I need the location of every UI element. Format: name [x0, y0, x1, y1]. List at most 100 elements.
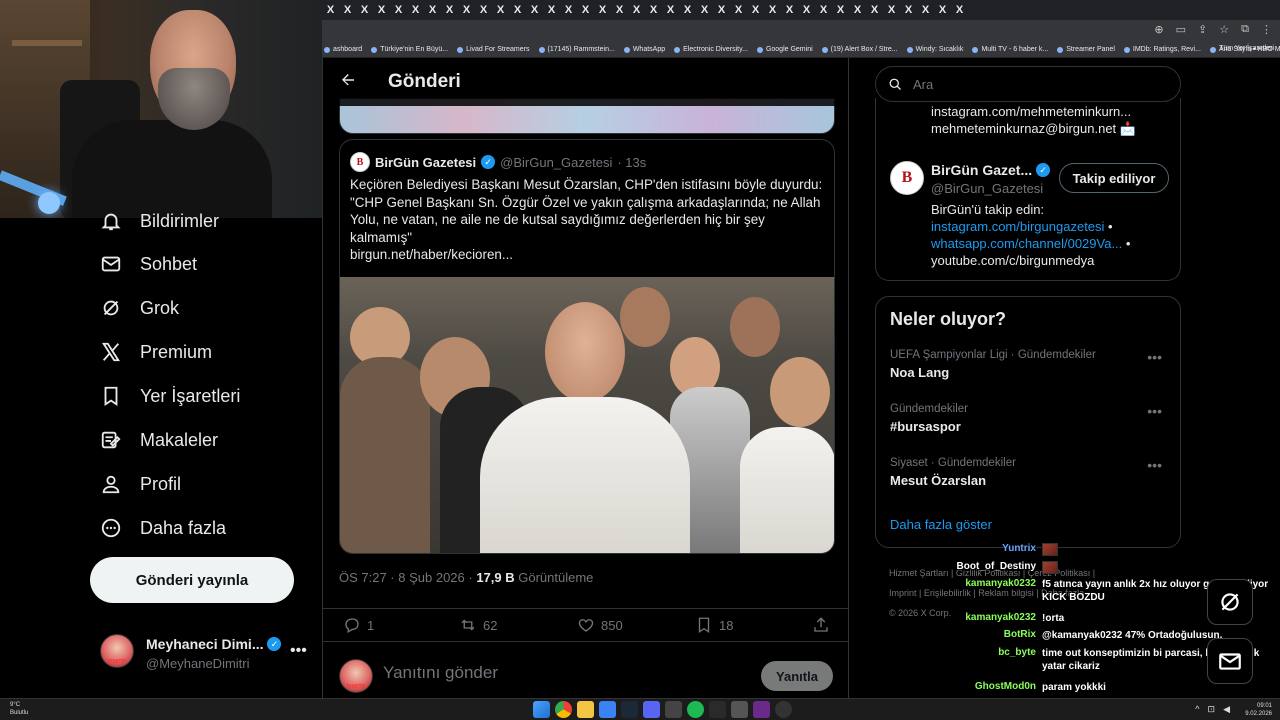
- network-icon[interactable]: ⊡: [1208, 704, 1216, 715]
- bookmark-item[interactable]: (19) Alert Box / Stre...: [821, 46, 898, 53]
- chat-username[interactable]: GhostMod0n: [975, 681, 1036, 692]
- app-icon[interactable]: [599, 701, 616, 718]
- like-button[interactable]: 850: [577, 616, 623, 634]
- app-icon[interactable]: [665, 701, 682, 718]
- bookmark-button[interactable]: 18: [695, 616, 733, 634]
- chat-username[interactable]: Boot_of_Destiny: [957, 561, 1036, 572]
- explorer-icon[interactable]: [577, 701, 594, 718]
- browser-tab[interactable]: X: [662, 0, 679, 20]
- more-icon[interactable]: •••: [1147, 457, 1162, 473]
- whatsapp-link[interactable]: whatsapp.com/channel/0029Va...: [931, 236, 1122, 251]
- nav-item-bildirimler[interactable]: Bildirimler: [100, 210, 219, 232]
- browser-tab[interactable]: X: [849, 0, 866, 20]
- browser-tab[interactable]: X: [628, 0, 645, 20]
- browser-tab[interactable]: X: [356, 0, 373, 20]
- bookmark-item[interactable]: Windy: Sıcaklık: [906, 46, 963, 53]
- following-button[interactable]: Takip ediliyor: [1059, 163, 1169, 193]
- star-icon[interactable]: ☆: [1219, 23, 1229, 36]
- clock[interactable]: 09:01 9.02.2026: [1245, 702, 1272, 718]
- browser-tab[interactable]: X: [594, 0, 611, 20]
- browser-tab[interactable]: X: [798, 0, 815, 20]
- windows-start-icon[interactable]: [533, 701, 550, 718]
- more-icon[interactable]: •••: [290, 642, 307, 660]
- browser-tab[interactable]: X: [322, 0, 339, 20]
- chat-username[interactable]: bc_byte: [998, 647, 1036, 658]
- browser-tab[interactable]: X: [934, 0, 951, 20]
- browser-tab[interactable]: X: [424, 0, 441, 20]
- chat-username[interactable]: kamanyak0232: [965, 578, 1036, 589]
- share-icon[interactable]: ⇪: [1198, 23, 1207, 36]
- browser-tab[interactable]: X: [815, 0, 832, 20]
- browser-tab[interactable]: X: [458, 0, 475, 20]
- bookmark-item[interactable]: WhatsApp: [623, 46, 665, 53]
- trend-item[interactable]: UEFA Şampiyonlar Ligi · Gündemdekiler No…: [890, 349, 1170, 380]
- chat-username[interactable]: Yuntrix: [1002, 543, 1036, 554]
- more-icon[interactable]: •••: [1147, 403, 1162, 419]
- browser-tab[interactable]: X: [407, 0, 424, 20]
- share-button[interactable]: [812, 616, 830, 634]
- instagram-link[interactable]: instagram.com/birgungazetesi: [931, 219, 1104, 234]
- bookmark-item[interactable]: Electronic Diversity...: [674, 46, 748, 53]
- bookmark-item[interactable]: Streamer Panel: [1057, 46, 1115, 53]
- chat-username[interactable]: BotRix: [1004, 629, 1036, 640]
- spotify-icon[interactable]: [687, 701, 704, 718]
- reply-input[interactable]: Yanıtını gönder: [383, 663, 498, 683]
- steam-icon[interactable]: [621, 701, 638, 718]
- more-icon[interactable]: •••: [1147, 349, 1162, 365]
- search-input[interactable]: Ara: [875, 66, 1181, 102]
- browser-tab[interactable]: X: [679, 0, 696, 20]
- browser-tab[interactable]: X: [917, 0, 934, 20]
- browser-tab[interactable]: X: [696, 0, 713, 20]
- chevron-up-icon[interactable]: ^: [1195, 704, 1199, 715]
- nav-item-yer-i-şaretleri[interactable]: Yer İşaretleri: [100, 385, 240, 407]
- browser-tab[interactable]: X: [713, 0, 730, 20]
- browser-tab[interactable]: X: [560, 0, 577, 20]
- birgun-logo-icon[interactable]: B: [890, 161, 924, 195]
- obs-icon[interactable]: [753, 701, 770, 718]
- show-more-link[interactable]: Daha fazla göster: [890, 517, 992, 532]
- browser-tab[interactable]: X: [492, 0, 509, 20]
- epic-games-icon[interactable]: [709, 701, 726, 718]
- browser-tab[interactable]: X: [951, 0, 968, 20]
- bookmark-item[interactable]: Türkiye'nin En Büyü...: [371, 46, 448, 53]
- post-button[interactable]: Gönderi yayınla: [90, 557, 294, 603]
- browser-tab[interactable]: X: [645, 0, 662, 20]
- chrome-icon[interactable]: [555, 701, 572, 718]
- extensions-icon[interactable]: ⧉: [1241, 23, 1249, 36]
- browser-tab[interactable]: X: [764, 0, 781, 20]
- browser-tab[interactable]: X: [543, 0, 560, 20]
- browser-tab[interactable]: X: [883, 0, 900, 20]
- repost-button[interactable]: 62: [459, 616, 497, 634]
- bookmark-item[interactable]: Google Gemini: [756, 46, 813, 53]
- browser-tab[interactable]: X: [526, 0, 543, 20]
- browser-tab[interactable]: X: [475, 0, 492, 20]
- weather-widget[interactable]: 9°C Bulutlu: [10, 701, 28, 717]
- nav-item-sohbet[interactable]: Sohbet: [100, 253, 197, 275]
- volume-icon[interactable]: ◀: [1223, 704, 1230, 715]
- bookmark-item[interactable]: IMDb: Ratings, Revi...: [1123, 46, 1201, 53]
- browser-tab[interactable]: X: [509, 0, 526, 20]
- chat-username[interactable]: kamanyak0232: [965, 612, 1036, 623]
- bookmark-item[interactable]: Livad For Streamers: [457, 46, 530, 53]
- reply-button[interactable]: 1: [343, 616, 374, 634]
- discord-icon[interactable]: [643, 701, 660, 718]
- quoted-post[interactable]: B BirGün Gazetesi ✓ @BirGun_Gazetesi · 1…: [339, 139, 835, 554]
- bookmark-item[interactable]: Multi TV - 6 haber k...: [972, 46, 1048, 53]
- browser-tab[interactable]: X: [781, 0, 798, 20]
- trend-item[interactable]: Gündemdekiler #bursaspor •••: [890, 403, 1170, 434]
- account-name[interactable]: BirGün Gazet...: [931, 162, 1032, 178]
- zoom-icon[interactable]: ⊕: [1154, 23, 1163, 36]
- instagram-link[interactable]: instagram.com/mehmeteminkurn...: [931, 104, 1131, 119]
- browser-tab[interactable]: X: [747, 0, 764, 20]
- nav-item-daha-fazla[interactable]: Daha fazla: [100, 517, 226, 539]
- browser-tab[interactable]: X: [866, 0, 883, 20]
- browser-tab[interactable]: X: [611, 0, 628, 20]
- menu-icon[interactable]: ⋮: [1261, 23, 1272, 36]
- nav-item-premium[interactable]: Premium: [100, 341, 212, 363]
- browser-tab[interactable]: X: [339, 0, 356, 20]
- browser-tab[interactable]: X: [577, 0, 594, 20]
- app-icon[interactable]: [731, 701, 748, 718]
- app-icon[interactable]: [775, 701, 792, 718]
- cast-icon[interactable]: ▭: [1176, 23, 1186, 36]
- browser-tab[interactable]: X: [441, 0, 458, 20]
